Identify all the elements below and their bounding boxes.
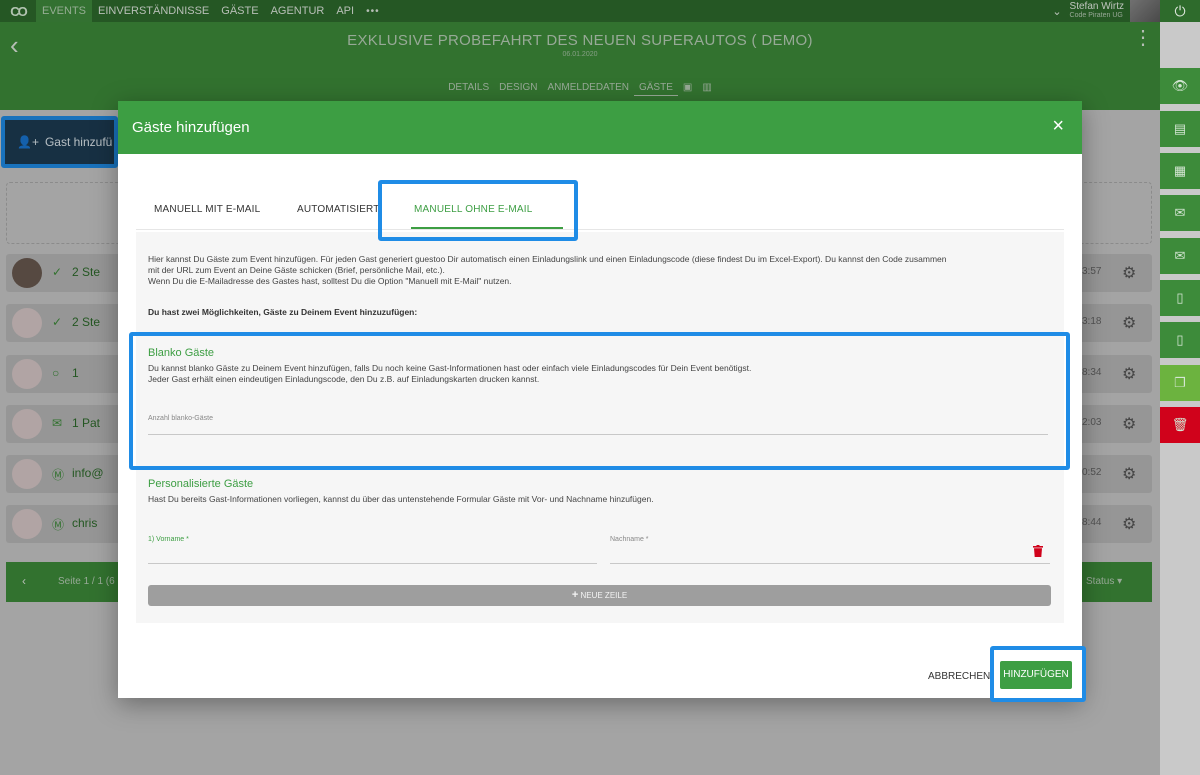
active-tab-indicator [411, 227, 563, 229]
new-row-label: NEUE ZEILE [580, 591, 628, 600]
plus-icon: + [571, 589, 579, 601]
qr-code-icon[interactable]: ▦ [1160, 153, 1200, 189]
tab-manual-without-email[interactable]: MANUELL OHNE E-MAIL [414, 204, 532, 215]
dialog-header: Gäste hinzufügen × [118, 101, 1082, 154]
blank-guests-desc: Du kannst blanko Gäste zu Deinem Event h… [148, 363, 1054, 385]
add-guests-dialog: Gäste hinzufügen × MANUELL MIT E-MAIL AU… [118, 101, 1082, 698]
trash-icon[interactable]: 🗑 [1160, 407, 1200, 443]
options-heading: Du hast zwei Möglichkeiten, Gäste zu Dei… [148, 307, 418, 317]
personal-guests-desc: Hast Du bereits Gast-Informationen vorli… [148, 494, 654, 504]
lastname-label: Nachname * [610, 536, 649, 543]
firstname-label: 1) Vorname * [148, 536, 189, 543]
tab-manual-with-email[interactable]: MANUELL MIT E-MAIL [154, 204, 260, 215]
envelope-open-icon[interactable]: ✉ [1160, 195, 1200, 231]
personal-guests-title: Personalisierte Gäste [148, 478, 254, 490]
intro-line: mit der URL zum Event an Deine Gäste sch… [148, 265, 445, 275]
cancel-button[interactable]: ABBRECHEN [928, 671, 990, 682]
personal-guests-section: Personalisierte Gäste Hast Du bereits Ga… [148, 478, 1054, 618]
tab-content: Hier kannst Du Gäste zum Event hinzufüge… [136, 232, 1064, 623]
blank-count-input[interactable] [148, 434, 1048, 435]
firstname-input[interactable] [148, 563, 597, 564]
copy-icon[interactable]: ❐ [1160, 365, 1200, 401]
dialog-title: Gäste hinzufügen [132, 119, 250, 136]
pdf-file-icon[interactable]: ▯ [1160, 280, 1200, 316]
new-row-button[interactable]: + NEUE ZEILE [148, 585, 1051, 606]
tab-automated[interactable]: AUTOMATISIERT [297, 204, 380, 215]
lastname-input[interactable] [610, 563, 1050, 564]
power-icon[interactable]: ⏻ [1160, 0, 1200, 22]
intro-line: Wenn Du die E-Mailadresse des Gastes has… [148, 276, 512, 286]
add-button[interactable]: HINZUFÜGEN [1000, 661, 1072, 689]
web-page-icon[interactable]: ▤ [1160, 111, 1200, 147]
preview-eye-icon[interactable]: 👁 [1160, 68, 1200, 104]
intro-line: Hier kannst Du Gäste zum Event hinzufüge… [148, 254, 947, 264]
dialog-tabs: MANUELL MIT E-MAIL AUTOMATISIERT MANUELL… [136, 192, 1064, 230]
excel-file-icon[interactable]: ▯ [1160, 322, 1200, 358]
blank-count-label: Anzahl blanko-Gäste [148, 415, 213, 422]
delete-row-icon[interactable] [1033, 545, 1043, 557]
blank-guests-section: Blanko Gäste Du kannst blanko Gäste zu D… [148, 347, 1054, 463]
blank-guests-title: Blanko Gäste [148, 347, 215, 359]
desc-line: Du kannst blanko Gäste zu Deinem Event h… [148, 363, 752, 373]
intro-text: Hier kannst Du Gäste zum Event hinzufüge… [148, 254, 1054, 287]
close-icon[interactable]: × [1052, 115, 1064, 138]
desc-line: Jeder Gast erhält einen eindeutigen Einl… [148, 374, 540, 384]
envelope-icon[interactable]: ✉ [1160, 238, 1200, 274]
